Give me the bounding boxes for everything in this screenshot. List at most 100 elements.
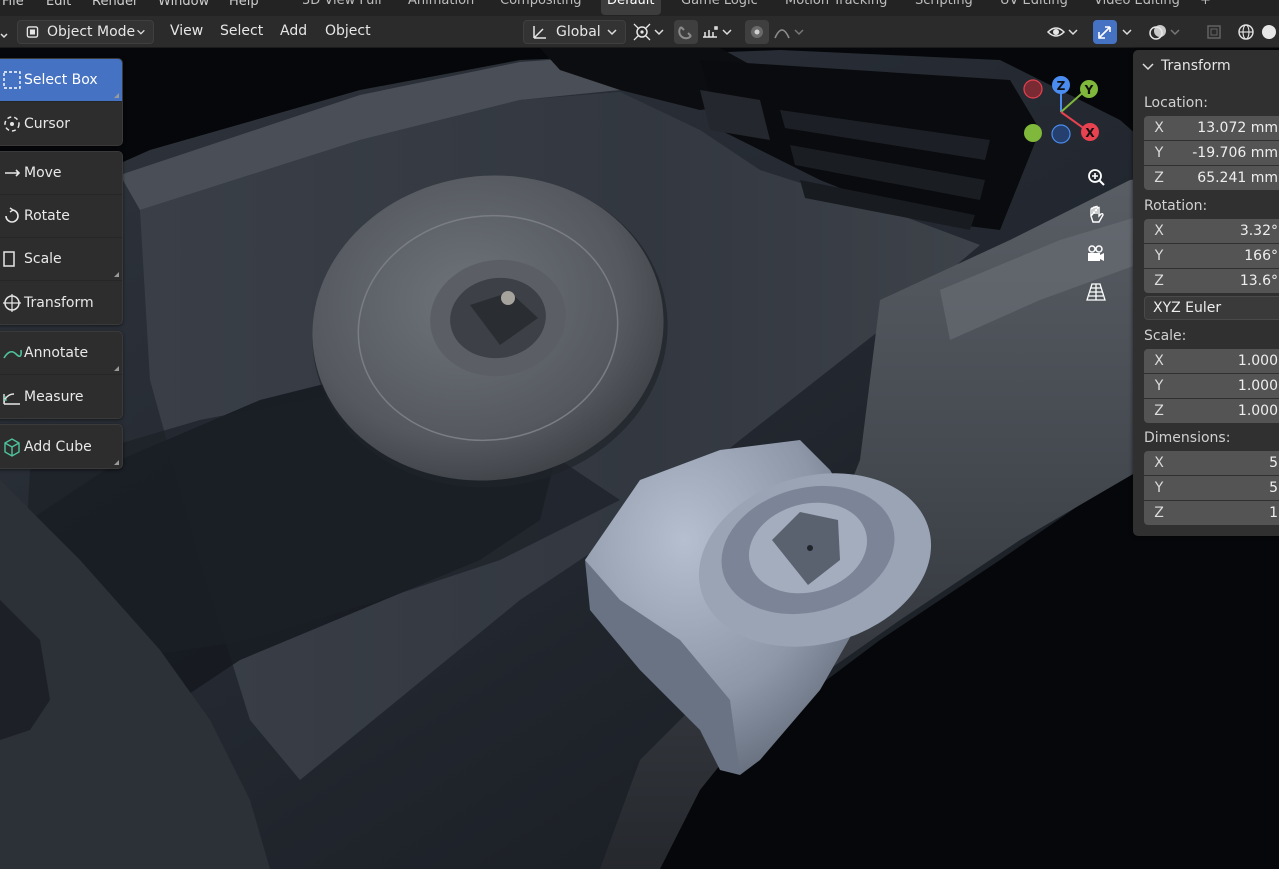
pivot-icon: [633, 23, 651, 41]
shading-wireframe-button[interactable]: [1236, 20, 1256, 44]
dimensions-y-field[interactable]: Y5: [1144, 476, 1279, 500]
neg-y-axis-dot[interactable]: [1024, 124, 1042, 142]
scale-y-value: 1.000: [1237, 378, 1278, 394]
tool-options-indicator: [114, 272, 119, 277]
location-x-field[interactable]: X 13.072 mm: [1144, 116, 1279, 140]
menu-help[interactable]: Help: [229, 0, 259, 9]
scale-label: Scale:: [1144, 328, 1187, 344]
rotation-x-value: 3.32°: [1239, 223, 1278, 239]
axis-label: Y: [1154, 145, 1164, 161]
solid-sphere-icon: [1262, 25, 1276, 39]
tab-3d-view-full[interactable]: 3D View Full: [296, 0, 388, 15]
rotation-z-value: 13.6°: [1239, 273, 1278, 289]
tool-annotate[interactable]: Annotate: [0, 332, 122, 375]
visibility-button[interactable]: [1046, 20, 1080, 44]
chevron-down-icon: [1170, 29, 1180, 36]
hand-icon: [1090, 205, 1104, 223]
proportional-edit-toggle[interactable]: [745, 20, 769, 44]
tool-group-add: Add Cube: [0, 424, 123, 469]
scale-x-field[interactable]: X 1.000: [1144, 349, 1279, 373]
shading-solid-button[interactable]: [1259, 20, 1279, 44]
dimensions-label: Dimensions:: [1144, 430, 1231, 446]
falloff-button[interactable]: [772, 20, 806, 44]
tool-transform[interactable]: Transform: [0, 281, 122, 324]
tab-compositing[interactable]: Compositing: [494, 0, 588, 15]
camera-view-button[interactable]: [1081, 239, 1111, 269]
axis-label: X: [1154, 120, 1164, 136]
tab-motion-tracking[interactable]: Motion Tracking: [779, 0, 893, 15]
orientation-dropdown[interactable]: Global: [523, 20, 626, 44]
tool-options-indicator: [114, 460, 119, 465]
tab-animation[interactable]: Animation: [402, 0, 480, 15]
location-z-value: 65.241 mm: [1197, 170, 1278, 186]
tool-cursor[interactable]: Cursor: [0, 102, 122, 145]
proportional-edit-icon: [751, 26, 763, 38]
pivot-point-button[interactable]: [632, 20, 666, 44]
transform-orientation-icon: [533, 26, 546, 39]
tool-scale[interactable]: Scale: [0, 238, 122, 281]
falloff-curve-icon: [774, 29, 790, 39]
menu-render[interactable]: Render: [92, 0, 138, 9]
zoom-button[interactable]: [1081, 163, 1111, 193]
dimensions-z-field[interactable]: Z1: [1144, 501, 1279, 525]
axis-label: Y: [1154, 248, 1164, 264]
navigation-gizmo[interactable]: Z Y X: [1015, 70, 1105, 150]
menu-window[interactable]: Window: [158, 0, 209, 9]
menu-edit[interactable]: Edit: [46, 0, 71, 9]
axis-label: Z: [1154, 505, 1164, 521]
scale-z-field[interactable]: Z 1.000: [1144, 399, 1279, 423]
tool-select-box[interactable]: Select Box: [0, 59, 122, 102]
menu-file[interactable]: File: [2, 0, 24, 9]
tool-move[interactable]: Move: [0, 152, 122, 195]
y-axis-label: Y: [1084, 83, 1094, 97]
z-axis-label: Z: [1057, 79, 1066, 93]
gizmo-dropdown[interactable]: [1120, 20, 1134, 44]
annotate-icon: [3, 349, 22, 359]
x-axis-label: X: [1085, 126, 1095, 140]
perspective-toggle-button[interactable]: [1081, 277, 1111, 307]
mode-dropdown[interactable]: Object Mode: [17, 20, 154, 44]
tool-rotate[interactable]: Rotate: [0, 195, 122, 238]
neg-x-axis-dot[interactable]: [1023, 79, 1043, 99]
scale-y-field[interactable]: Y 1.000: [1144, 374, 1279, 398]
neg-z-axis-dot[interactable]: [1051, 124, 1071, 144]
rotation-y-field[interactable]: Y 166°: [1144, 244, 1279, 268]
tool-measure[interactable]: Measure: [0, 375, 122, 418]
add-workspace-button[interactable]: +: [1194, 0, 1217, 15]
axis-label: Z: [1154, 273, 1164, 289]
dimensions-x-field[interactable]: X5: [1144, 451, 1279, 475]
object-mode-icon: [26, 26, 39, 38]
tab-video-editing[interactable]: Video Editing: [1088, 0, 1186, 15]
rotation-x-field[interactable]: X 3.32°: [1144, 219, 1279, 243]
gizmo-toggle[interactable]: [1093, 20, 1117, 44]
chevron-down-icon: [654, 29, 664, 36]
tool-label: Transform: [24, 294, 94, 311]
tab-uv-editing[interactable]: UV Editing: [994, 0, 1074, 15]
snap-target-button[interactable]: [700, 20, 734, 44]
rotation-mode-dropdown[interactable]: XYZ Euler: [1144, 296, 1279, 320]
pan-button[interactable]: [1081, 200, 1111, 230]
location-y-field[interactable]: Y -19.706 mm: [1144, 141, 1279, 165]
overlays-button[interactable]: [1148, 20, 1182, 44]
eye-icon: [1046, 27, 1066, 37]
xray-toggle[interactable]: [1204, 20, 1224, 44]
chevron-down-icon: [1142, 63, 1154, 71]
menu-object[interactable]: Object: [325, 23, 371, 39]
location-z-field[interactable]: Z 65.241 mm: [1144, 166, 1279, 190]
transform-panel-header[interactable]: Transform: [1141, 58, 1231, 74]
tab-default[interactable]: Default: [601, 0, 661, 15]
xray-icon: [1207, 25, 1221, 39]
menu-view[interactable]: View: [170, 23, 203, 39]
measure-icon: [3, 392, 20, 405]
3d-viewport[interactable]: Select Box Cursor Move Rotate Scale Tran…: [0, 48, 1279, 869]
editor-type-chevron[interactable]: [0, 24, 14, 48]
tab-game-logic[interactable]: Game Logic: [675, 0, 764, 15]
select-box-icon: [3, 71, 21, 89]
menu-add[interactable]: Add: [280, 23, 307, 39]
tool-options-indicator: [114, 366, 119, 371]
snap-toggle[interactable]: [674, 20, 698, 44]
rotation-z-field[interactable]: Z 13.6°: [1144, 269, 1279, 293]
menu-select[interactable]: Select: [220, 23, 263, 39]
tab-scripting[interactable]: Scripting: [909, 0, 979, 15]
tool-add-cube[interactable]: Add Cube: [0, 425, 122, 468]
